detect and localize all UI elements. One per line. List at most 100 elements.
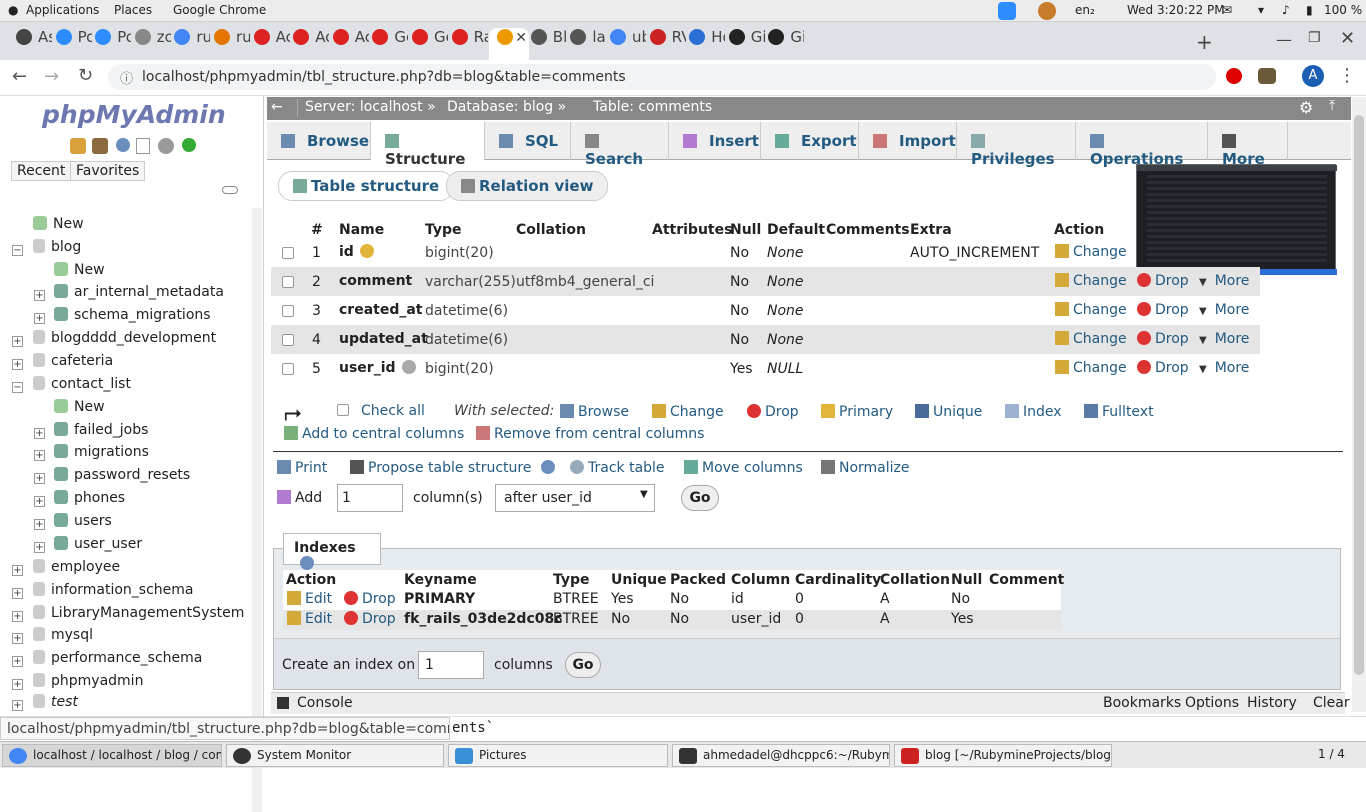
tab-more[interactable]: More: [1208, 122, 1288, 168]
tree-table[interactable]: migrations: [54, 444, 149, 460]
add-columns-position-select[interactable]: after user_id ▼: [495, 484, 655, 512]
minimize-button[interactable]: —: [1276, 30, 1292, 49]
browser-tab[interactable]: Po: [93, 28, 131, 60]
tab-structure[interactable]: Structure: [371, 122, 485, 168]
browser-tab[interactable]: Gi: [727, 28, 765, 60]
places-menu[interactable]: Places: [114, 3, 152, 17]
tree-database[interactable]: cafeteria: [33, 353, 113, 369]
tree-database[interactable]: blog: [33, 239, 81, 255]
profile-avatar[interactable]: A: [1302, 65, 1324, 87]
tree-new-item[interactable]: New: [54, 399, 105, 415]
tab-privileges[interactable]: Privileges: [957, 122, 1076, 168]
index-edit-button[interactable]: Edit: [287, 611, 332, 627]
row-checkbox[interactable]: [282, 305, 294, 317]
relation-view-tab[interactable]: Relation view: [446, 171, 609, 201]
index-drop-button[interactable]: Drop: [344, 591, 396, 607]
tree-database[interactable]: phpmyadmin: [33, 673, 143, 689]
collapse-arrow-icon[interactable]: ←: [271, 99, 283, 115]
chrome-menu[interactable]: Google Chrome: [173, 3, 266, 17]
applications-menu[interactable]: Applications: [26, 3, 99, 17]
main-scrollbar[interactable]: [1352, 97, 1366, 712]
column-header[interactable]: Collation: [516, 222, 586, 238]
browser-tab[interactable]: Ac: [252, 28, 290, 60]
column-header[interactable]: Name: [339, 222, 384, 238]
tree-new-item[interactable]: New: [54, 262, 105, 278]
tree-expander[interactable]: +: [12, 565, 23, 576]
bulk-browse-button[interactable]: Browse: [560, 404, 629, 420]
tree-expander[interactable]: +: [12, 656, 23, 667]
breadcrumb-database[interactable]: Database: blog »: [447, 99, 566, 115]
breadcrumb-table[interactable]: Table: comments: [593, 99, 712, 115]
change-button[interactable]: Change: [1055, 244, 1127, 260]
tab-insert[interactable]: Insert: [669, 122, 761, 160]
console-clear[interactable]: Clear: [1313, 695, 1350, 711]
more-button[interactable]: ▼ More: [1199, 273, 1249, 289]
create-index-count-input[interactable]: 1: [418, 651, 484, 679]
index-column-header[interactable]: Unique: [611, 572, 667, 588]
tab-import[interactable]: Import: [859, 122, 957, 160]
tree-expander[interactable]: +: [12, 588, 23, 599]
taskbar-item[interactable]: System Monitor: [226, 744, 444, 767]
tab-export[interactable]: Export: [761, 122, 859, 160]
column-header[interactable]: Default: [767, 222, 825, 238]
forward-icon[interactable]: →: [44, 66, 59, 87]
console-bookmarks[interactable]: Bookmarks: [1103, 695, 1181, 711]
drop-button[interactable]: Drop: [1137, 360, 1189, 376]
tree-expander[interactable]: +: [34, 428, 45, 439]
bulk-primary-button[interactable]: Primary: [821, 404, 893, 420]
home-icon[interactable]: [70, 138, 86, 154]
console-history[interactable]: History: [1247, 695, 1297, 711]
breadcrumb-server[interactable]: Server: localhost »: [305, 99, 436, 115]
change-button[interactable]: Change: [1055, 331, 1127, 347]
restore-button[interactable]: ❐: [1308, 30, 1321, 46]
browser-tab[interactable]: Gi: [766, 28, 804, 60]
new-tab-button[interactable]: +: [1196, 30, 1213, 54]
tree-expander[interactable]: −: [12, 382, 23, 393]
tab-browse[interactable]: Browse: [267, 122, 371, 160]
more-button[interactable]: ▼ More: [1199, 331, 1249, 347]
index-column-header[interactable]: Keyname: [404, 572, 477, 588]
tree-database[interactable]: information_schema: [33, 582, 194, 598]
tree-expander[interactable]: +: [34, 496, 45, 507]
browser-tab[interactable]: ✕: [489, 28, 530, 60]
column-header[interactable]: Type: [425, 222, 462, 238]
tree-expander[interactable]: +: [34, 313, 45, 324]
tree-database[interactable]: LibraryManagementSystem: [33, 605, 244, 621]
taskbar-item[interactable]: ahmedadel@dhcppc6:~/RubymineP...: [672, 744, 890, 767]
collapse-top-icon[interactable]: ⤒: [1329, 98, 1335, 114]
column-header[interactable]: Comments: [826, 222, 910, 238]
browser-tab[interactable]: RV: [648, 28, 686, 60]
console-toggle[interactable]: Console: [297, 695, 353, 711]
tree-table[interactable]: failed_jobs: [54, 422, 148, 438]
tree-expander[interactable]: +: [12, 359, 23, 370]
browser-tab[interactable]: Ge: [370, 28, 408, 60]
row-checkbox[interactable]: [282, 276, 294, 288]
tree-database[interactable]: performance_schema: [33, 650, 202, 666]
extension-adblock-icon[interactable]: [1226, 68, 1242, 84]
tree-database[interactable]: blogdddd_development: [33, 330, 216, 346]
index-column-header[interactable]: Packed: [670, 572, 726, 588]
page-settings-icon[interactable]: ⚙: [1299, 98, 1313, 117]
browser-tab[interactable]: ru: [172, 28, 210, 60]
docs-icon[interactable]: [136, 138, 150, 154]
column-header[interactable]: Action: [1054, 222, 1104, 238]
index-column-header[interactable]: Column: [731, 572, 790, 588]
more-button[interactable]: ▼ More: [1199, 302, 1249, 318]
browser-tab[interactable]: Ho: [687, 28, 725, 60]
tree-table[interactable]: users: [54, 513, 112, 529]
reload-nav-icon[interactable]: [182, 138, 196, 152]
browser-tab[interactable]: Ra: [450, 28, 488, 60]
column-header[interactable]: Null: [730, 222, 761, 238]
change-button[interactable]: Change: [1055, 273, 1127, 289]
console-options[interactable]: Options: [1185, 695, 1239, 711]
create-index-go-button[interactable]: Go: [565, 652, 601, 678]
browser-tab[interactable]: Po: [54, 28, 92, 60]
phpmyadmin-logo[interactable]: phpMyAdmin: [42, 100, 226, 129]
tree-new-item[interactable]: New: [33, 216, 84, 232]
tree-database[interactable]: mysql: [33, 627, 93, 643]
table-structure-tab[interactable]: Table structure: [278, 171, 455, 201]
url-input[interactable]: ⓘ localhost/phpmyadmin/tbl_structure.php…: [108, 64, 1216, 90]
wifi-icon[interactable]: ▾: [1258, 3, 1264, 17]
change-button[interactable]: Change: [1055, 302, 1127, 318]
index-column-header[interactable]: Action: [286, 572, 336, 588]
